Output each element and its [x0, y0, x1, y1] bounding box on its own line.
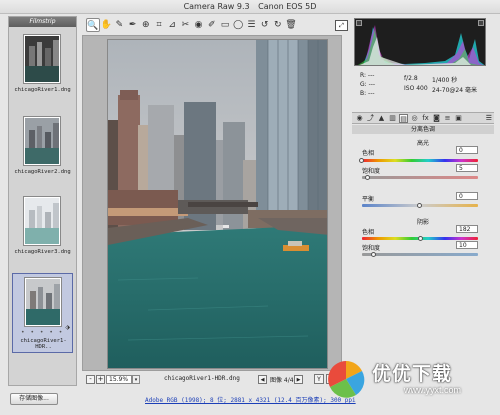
basic-tab-icon[interactable]: ◉	[355, 114, 364, 123]
zoom-icon[interactable]: 🔍	[86, 18, 100, 32]
effects-tab-icon[interactable]: fx	[421, 114, 430, 123]
readout-b: B: ---	[360, 90, 375, 97]
camera-calibration-tab-icon[interactable]: ◙	[432, 114, 441, 123]
fullscreen-icon[interactable]: ⤢	[335, 20, 348, 31]
current-filename: chicagoRiver1-HDR.dng	[164, 375, 240, 382]
slider-handle[interactable]	[417, 236, 423, 241]
watermark-url: www.yyxt.com	[404, 385, 462, 395]
zoom-level-field[interactable]: 15.9%	[106, 375, 132, 384]
lens-tab-icon[interactable]: ◎	[410, 114, 419, 123]
shadows-hue-label: 色相	[362, 229, 375, 236]
highlights-saturation-slider[interactable]	[362, 176, 478, 179]
highlights-hue-label: 色相	[362, 150, 375, 157]
image-canvas[interactable]	[82, 35, 342, 371]
thumbnail-filename: chicagoRiver1-HDR..	[20, 338, 67, 350]
shadows-saturation-slider[interactable]	[362, 253, 478, 256]
watermark-text: 优优下载	[372, 363, 453, 385]
slider-handle[interactable]	[364, 175, 370, 180]
save-image-button[interactable]: 存储图像...	[10, 393, 58, 405]
thumbnail-filename: chicagoRiver2.dng	[14, 169, 71, 175]
radial-filter-icon[interactable]: ◯	[231, 18, 245, 32]
target-adjust-icon[interactable]: ⊕	[139, 18, 153, 32]
iso: ISO 400	[404, 85, 428, 92]
filmstrip-item[interactable]: chicagoRiver1.dng	[12, 31, 73, 98]
slider-handle[interactable]	[359, 158, 364, 163]
panel-menu-icon[interactable]: ☰	[486, 114, 492, 122]
filmstrip-header[interactable]: Filmstrip	[9, 17, 76, 27]
app-title: Camera Raw 9.3	[183, 2, 250, 11]
thumbnail-image	[24, 197, 60, 245]
highlights-hue-slider[interactable]	[362, 159, 478, 162]
filmstrip-panel: Filmstrip chicagoRiver1.dng chicagoRiver…	[8, 16, 77, 386]
watermark-logo-icon	[328, 361, 365, 398]
flag-icon: ⬗	[65, 324, 70, 331]
split-toning-tab-icon[interactable]: ▤	[399, 114, 408, 123]
straighten-icon[interactable]: ⊿	[165, 18, 179, 32]
previous-image-button[interactable]: ◀	[258, 375, 267, 384]
adjustment-brush-icon[interactable]: ✐	[205, 18, 219, 32]
aperture: f/2.8	[404, 75, 418, 82]
shadow-clipping-toggle[interactable]	[356, 20, 362, 26]
red-eye-icon[interactable]: ◉	[192, 18, 206, 32]
status-bar: - + 15.9% ▾ chicagoRiver1-HDR.dng ◀ 图像 4…	[82, 374, 342, 386]
hand-icon[interactable]: ✋	[99, 18, 113, 32]
thumbnail-filename: chicagoRiver1.dng	[14, 87, 71, 93]
shadows-saturation-field[interactable]: 10	[456, 241, 478, 249]
histogram	[354, 18, 486, 66]
photo-preview[interactable]	[107, 39, 328, 369]
rating-stars[interactable]: • • • • •	[21, 329, 64, 336]
highlight-clipping-toggle[interactable]	[478, 20, 484, 26]
highlights-saturation-label: 饱和度	[362, 168, 381, 175]
spot-removal-icon[interactable]: ✂	[178, 18, 192, 32]
chevron-down-icon[interactable]: ▾	[132, 375, 140, 384]
camera-raw-window: Camera Raw 9.3 Canon EOS 5D Filmstrip ch…	[0, 0, 500, 415]
title-bar: Camera Raw 9.3 Canon EOS 5D	[0, 0, 500, 14]
rotate-cw-icon[interactable]: ↻	[271, 18, 285, 32]
zoom-in-button[interactable]: +	[96, 375, 105, 384]
adjustments-panel: R: --- G: --- B: --- f/2.8 1/400 秒 ISO 4…	[352, 16, 496, 386]
toolbar: 🔍 ✋ ✎ ✒ ⊕ ⌗ ⊿ ✂ ◉ ✐ ▭ ◯ ☰ ↺ ↻ 🗑	[82, 18, 297, 34]
thumbnail-image	[24, 35, 60, 83]
readout-g: G: ---	[360, 81, 376, 88]
readout-r: R: ---	[360, 72, 375, 79]
panel-title: 分离色调	[352, 125, 494, 134]
trash-icon[interactable]: 🗑	[284, 18, 298, 32]
hsl-tab-icon[interactable]: ▥	[388, 114, 397, 123]
filmstrip-item[interactable]: chicagoRiver3.dng	[12, 193, 73, 260]
slider-handle[interactable]	[417, 203, 422, 208]
snapshots-tab-icon[interactable]: ▣	[454, 114, 463, 123]
white-balance-icon[interactable]: ✎	[112, 18, 126, 32]
color-sampler-icon[interactable]: ✒	[126, 18, 140, 32]
panel-tabs: ◉ ⤴ ▲ ▥ ▤ ◎ fx ◙ ≡ ▣ ☰	[352, 112, 494, 124]
slider-handle[interactable]	[370, 252, 376, 257]
thumbnail-filename: chicagoRiver3.dng	[14, 249, 71, 255]
shadows-saturation-label: 饱和度	[362, 245, 381, 252]
graduated-filter-icon[interactable]: ▭	[218, 18, 232, 32]
thumbnail-image	[25, 278, 61, 326]
camera-model: Canon EOS 5D	[258, 2, 317, 11]
highlights-saturation-field[interactable]: 5	[456, 164, 478, 172]
highlights-hue-field[interactable]: 0	[456, 146, 478, 154]
lens-focal: 24-70@24 毫米	[432, 87, 477, 94]
crop-icon[interactable]: ⌗	[152, 18, 166, 32]
rotate-ccw-icon[interactable]: ↺	[258, 18, 272, 32]
balance-field[interactable]: 0	[456, 192, 478, 200]
image-count: 图像 4/4	[270, 377, 294, 384]
detail-tab-icon[interactable]: ▲	[377, 114, 386, 123]
image-info: R: --- G: --- B: --- f/2.8 1/400 秒 ISO 4…	[354, 70, 486, 110]
presets-tab-icon[interactable]: ≡	[443, 114, 452, 123]
next-image-button[interactable]: ▶	[294, 375, 303, 384]
thumbnail-image	[24, 117, 60, 165]
filmstrip-item-selected[interactable]: ⬗ • • • • • chicagoRiver1-HDR..	[12, 273, 73, 353]
preferences-icon[interactable]: ☰	[244, 18, 258, 32]
watermark: 优优下载 www.yyxt.com	[320, 355, 500, 415]
shadows-hue-field[interactable]: 182	[456, 225, 478, 233]
zoom-out-button[interactable]: -	[86, 375, 95, 384]
shutter-speed: 1/400 秒	[432, 77, 458, 84]
filmstrip-item[interactable]: chicagoRiver2.dng	[12, 113, 73, 180]
tone-curve-tab-icon[interactable]: ⤴	[366, 114, 375, 123]
balance-label: 平衡	[362, 196, 375, 203]
